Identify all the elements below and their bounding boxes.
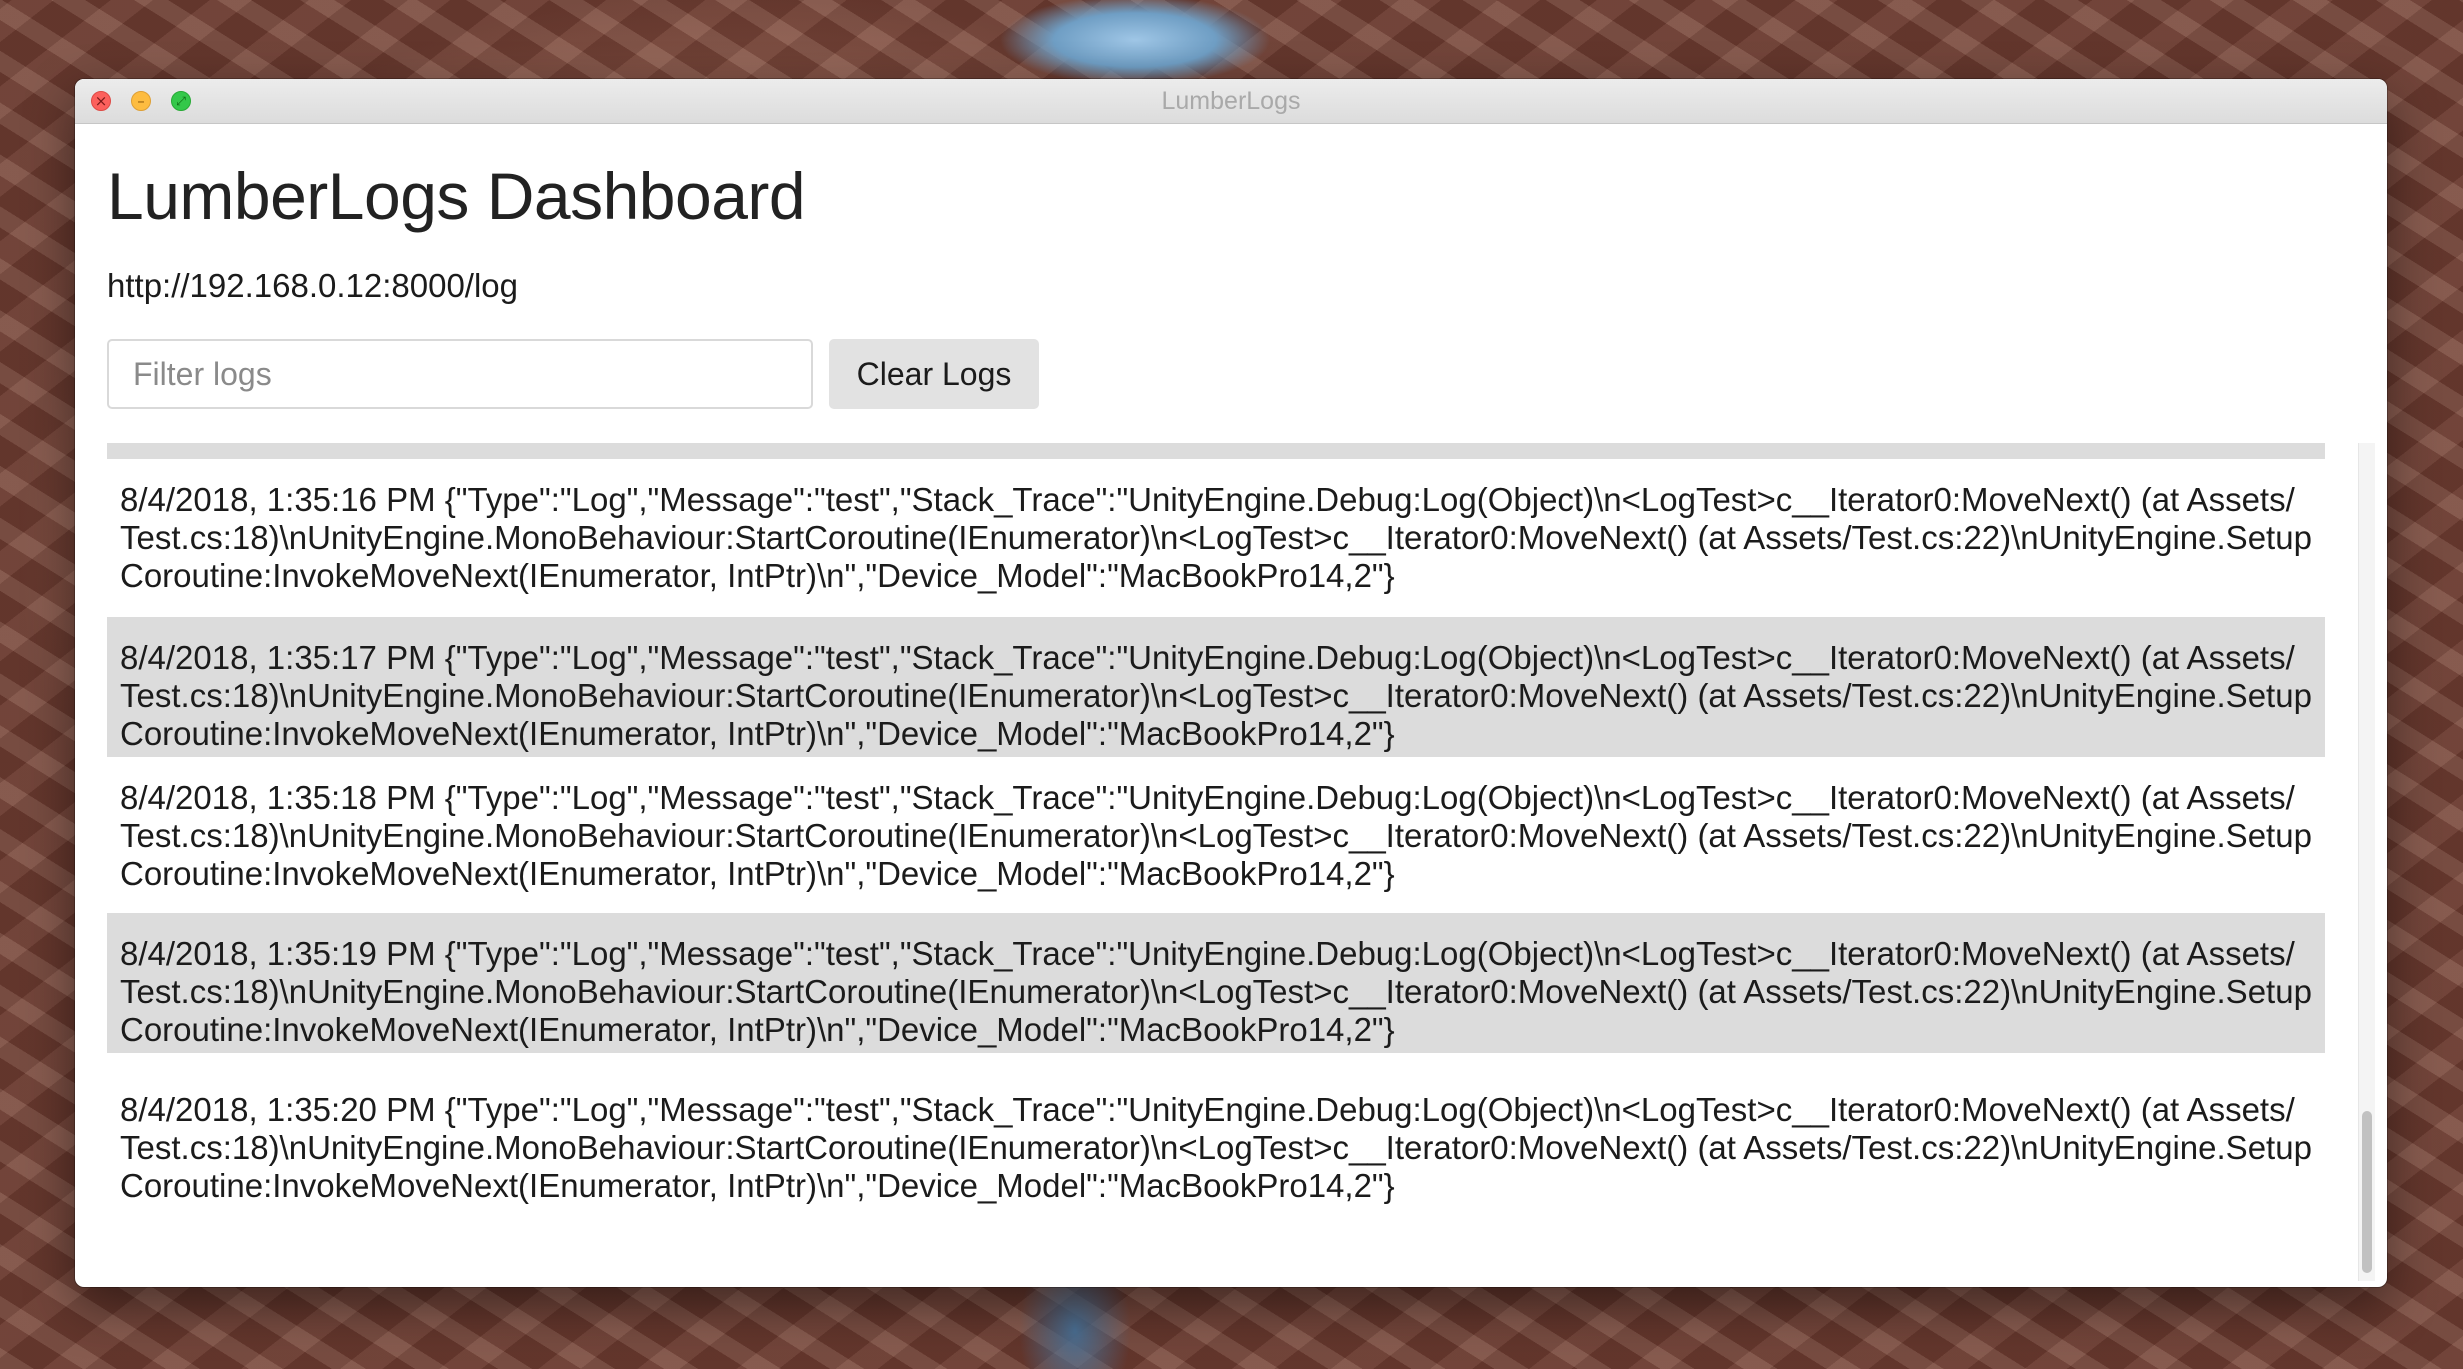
- log-list[interactable]: 8/4/2018, 1:35:16 PM {"Type":"Log","Mess…: [107, 443, 2325, 1281]
- title-bar[interactable]: × – ⤢ LumberLogs: [75, 79, 2387, 124]
- scrollbar-thumb[interactable]: [2362, 1111, 2372, 1273]
- dashboard-content: LumberLogs Dashboard http://192.168.0.12…: [75, 124, 2387, 1287]
- log-entry: 8/4/2018, 1:35:19 PM {"Type":"Log","Mess…: [107, 913, 2325, 1053]
- log-entry: 8/4/2018, 1:35:20 PM {"Type":"Log","Mess…: [120, 1091, 2312, 1204]
- page-title: LumberLogs Dashboard: [107, 159, 806, 233]
- log-entry: 8/4/2018, 1:35:16 PM {"Type":"Log","Mess…: [120, 481, 2312, 594]
- log-entry: [107, 443, 2325, 459]
- endpoint-url: http://192.168.0.12:8000/log: [107, 267, 519, 304]
- clear-logs-button[interactable]: Clear Logs: [829, 339, 1039, 409]
- app-window: × – ⤢ LumberLogs LumberLogs Dashboard ht…: [75, 79, 2387, 1287]
- window-title: LumberLogs: [1161, 87, 1301, 115]
- log-scrollbar[interactable]: [2358, 443, 2375, 1281]
- filter-logs-input[interactable]: [107, 339, 813, 409]
- log-entry: 8/4/2018, 1:35:17 PM {"Type":"Log","Mess…: [107, 617, 2325, 757]
- log-entry: 8/4/2018, 1:35:18 PM {"Type":"Log","Mess…: [120, 779, 2312, 892]
